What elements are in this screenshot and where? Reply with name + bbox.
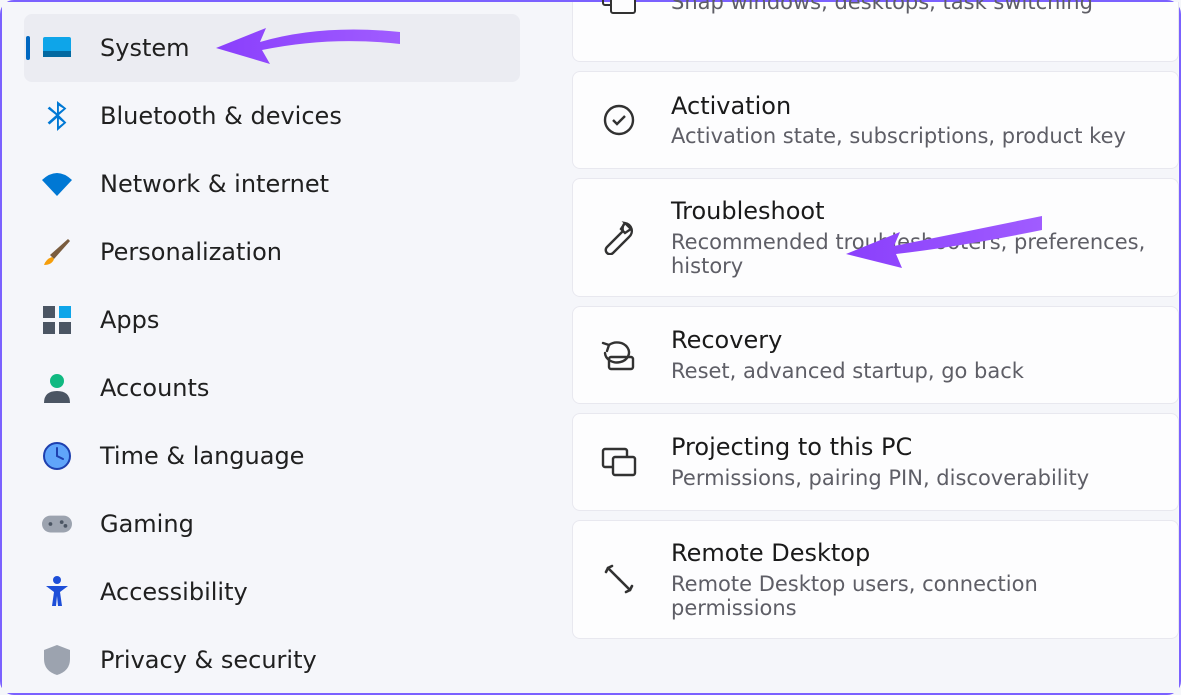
settings-card-title: Projecting to this PC bbox=[671, 433, 1089, 462]
sidebar-item-system[interactable]: System bbox=[24, 14, 520, 82]
wrench-icon bbox=[601, 219, 637, 255]
settings-card-title: Remote Desktop bbox=[671, 539, 1158, 568]
sidebar-item-accessibility[interactable]: Accessibility bbox=[24, 558, 520, 626]
paintbrush-icon bbox=[42, 237, 72, 267]
sidebar-item-accounts[interactable]: Accounts bbox=[24, 354, 520, 422]
sidebar-item-label: Apps bbox=[100, 306, 159, 334]
settings-card-title: Troubleshoot bbox=[671, 197, 1158, 226]
project-icon bbox=[601, 444, 637, 480]
settings-card-recovery[interactable]: Recovery Reset, advanced startup, go bac… bbox=[572, 306, 1179, 404]
settings-card-projecting[interactable]: Projecting to this PC Permissions, pairi… bbox=[572, 413, 1179, 511]
settings-card-subtitle: Activation state, subscriptions, product… bbox=[671, 124, 1126, 148]
settings-card-subtitle: Permissions, pairing PIN, discoverabilit… bbox=[671, 466, 1089, 490]
apps-icon bbox=[42, 305, 72, 335]
sidebar-item-privacy-security[interactable]: Privacy & security bbox=[24, 626, 520, 694]
sidebar-item-label: Accounts bbox=[100, 374, 209, 402]
settings-card-activation[interactable]: Activation Activation state, subscriptio… bbox=[572, 71, 1179, 169]
multitask-icon bbox=[601, 0, 637, 18]
clock-globe-icon bbox=[42, 441, 72, 471]
sidebar-item-time-language[interactable]: Time & language bbox=[24, 422, 520, 490]
settings-card-subtitle: Snap windows, desktops, task switching bbox=[671, 0, 1093, 14]
gamepad-icon bbox=[42, 509, 72, 539]
system-icon bbox=[42, 33, 72, 63]
recovery-icon bbox=[601, 337, 637, 373]
sidebar-item-gaming[interactable]: Gaming bbox=[24, 490, 520, 558]
person-icon bbox=[42, 373, 72, 403]
settings-card-multitasking[interactable]: Snap windows, desktops, task switching bbox=[572, 2, 1179, 62]
settings-card-troubleshoot[interactable]: Troubleshoot Recommended troubleshooters… bbox=[572, 178, 1179, 297]
settings-content: Snap windows, desktops, task switching A… bbox=[542, 2, 1179, 693]
check-circle-icon bbox=[601, 102, 637, 138]
bluetooth-icon bbox=[42, 101, 72, 131]
sidebar-item-label: Gaming bbox=[100, 510, 194, 538]
sidebar-item-apps[interactable]: Apps bbox=[24, 286, 520, 354]
wifi-icon bbox=[42, 169, 72, 199]
sidebar-item-label: Privacy & security bbox=[100, 646, 317, 674]
settings-sidebar: System Bluetooth & devices Network & int… bbox=[2, 2, 542, 693]
settings-card-subtitle: Reset, advanced startup, go back bbox=[671, 359, 1024, 383]
sidebar-item-label: Personalization bbox=[100, 238, 282, 266]
sidebar-item-personalization[interactable]: Personalization bbox=[24, 218, 520, 286]
sidebar-item-network[interactable]: Network & internet bbox=[24, 150, 520, 218]
sidebar-item-bluetooth[interactable]: Bluetooth & devices bbox=[24, 82, 520, 150]
settings-card-title: Recovery bbox=[671, 326, 1024, 355]
shield-icon bbox=[42, 645, 72, 675]
sidebar-item-label: Accessibility bbox=[100, 578, 248, 606]
remote-icon bbox=[601, 561, 637, 597]
settings-card-title: Activation bbox=[671, 92, 1126, 121]
settings-card-subtitle: Recommended troubleshooters, preferences… bbox=[671, 230, 1158, 278]
sidebar-item-label: Bluetooth & devices bbox=[100, 102, 342, 130]
accessibility-icon bbox=[42, 577, 72, 607]
settings-card-remote-desktop[interactable]: Remote Desktop Remote Desktop users, con… bbox=[572, 520, 1179, 639]
sidebar-item-label: Time & language bbox=[100, 442, 304, 470]
settings-card-subtitle: Remote Desktop users, connection permiss… bbox=[671, 572, 1158, 620]
sidebar-item-label: System bbox=[100, 34, 190, 62]
sidebar-item-label: Network & internet bbox=[100, 170, 329, 198]
